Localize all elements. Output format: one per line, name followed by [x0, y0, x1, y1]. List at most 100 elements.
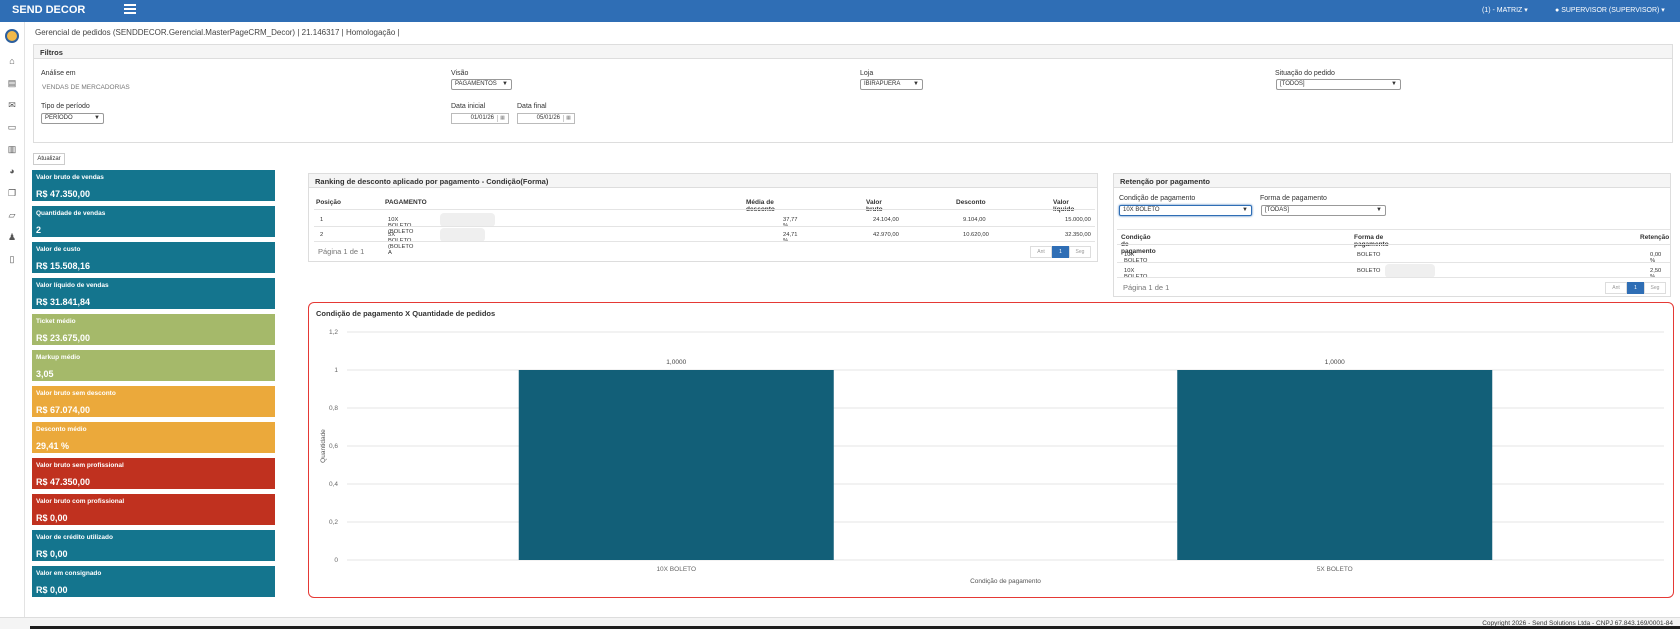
atualizar-button[interactable]: Atualizar [33, 153, 65, 165]
retencao-cond-label: Condição de pagamento [1119, 195, 1196, 202]
kpi-value: R$ 15.508,16 [36, 261, 91, 271]
mail-icon[interactable]: ✉ [7, 100, 17, 110]
pie-chart-icon[interactable]: ◕ [7, 166, 17, 176]
branch-dropdown[interactable]: (1) - MATRIZ ▾ [1482, 6, 1528, 14]
data-label: 1,0000 [1325, 359, 1345, 366]
app-logo-icon [5, 29, 19, 43]
kpi-label: Markup médio [36, 354, 81, 361]
ranking-prev-button[interactable]: Ant [1030, 246, 1052, 258]
documents-icon[interactable]: ❐ [7, 188, 17, 198]
blurred-text [440, 228, 485, 242]
user-icon: ● [1555, 7, 1560, 14]
kpi-tile: Valor bruto sem profissional R$ 47.350,00 [32, 458, 275, 491]
bar [518, 370, 834, 560]
retencao-next-button[interactable]: Seg [1644, 282, 1666, 294]
y-axis-title: Quantidade [320, 429, 327, 463]
kpi-label: Valor bruto de vendas [36, 174, 104, 181]
home-icon[interactable]: ⌂ [7, 56, 17, 66]
brand-logo[interactable]: SEND DECOR [12, 4, 85, 16]
tipo-periodo-select[interactable]: PERÍODO ▼ [41, 113, 104, 124]
y-tick-label: 0,6 [329, 443, 338, 450]
kpi-tile: Valor bruto sem desconto R$ 67.074,00 [32, 386, 275, 419]
kpi-value: 3,05 [36, 369, 54, 379]
page-title: Gerencial de pedidos (SENDDECOR.Gerencia… [35, 28, 400, 37]
loja-select[interactable]: IBIRAPUERA ▼ [860, 79, 923, 90]
retencao-cell: 10X BOLETO [1124, 268, 1147, 280]
kpi-label: Quantidade de vendas [36, 210, 106, 217]
kpi-tile: Valor em consignado R$ 0,00 [32, 566, 275, 599]
ranking-pager-text: Página 1 de 1 [318, 247, 365, 256]
divider [314, 209, 1095, 210]
kpi-tile: Ticket médio R$ 23.675,00 [32, 314, 275, 347]
visao-value: PAGAMENTOS [455, 81, 497, 87]
bar-chart-icon[interactable]: ▥ [7, 144, 17, 154]
menu-toggle-icon[interactable] [124, 4, 136, 14]
kpi-value: R$ 23.675,00 [36, 333, 91, 343]
retencao-cell: BOLETO [1357, 252, 1381, 258]
kpi-tile: Valor bruto com profissional R$ 0,00 [32, 494, 275, 527]
ranking-cell: 32.350,00 [1065, 232, 1091, 238]
ranking-page-button[interactable]: 1 [1052, 246, 1069, 258]
kpi-label: Ticket médio [36, 318, 76, 325]
kpi-tile: Valor de crédito utilizado R$ 0,00 [32, 530, 275, 563]
retencao-forma-label: Forma de pagamento [1260, 195, 1327, 202]
calendar-icon[interactable]: ▦ [563, 115, 573, 122]
kpi-label: Valor bruto sem profissional [36, 462, 124, 469]
data-final-label: Data final [517, 103, 547, 110]
file-icon[interactable]: ▯ [7, 254, 17, 264]
top-bar: SEND DECOR (1) - MATRIZ ▾ ● SUPERVISOR (… [0, 0, 1680, 22]
ranking-next-button[interactable]: Seg [1069, 246, 1091, 258]
data-inicial-label: Data inicial [451, 103, 486, 110]
loja-value: IBIRAPUERA [864, 81, 901, 87]
copyright-text: Copyright 2026 - Send Solutions Ltda - C… [1482, 620, 1673, 627]
kpi-value: R$ 0,00 [36, 585, 68, 595]
divider [314, 226, 1095, 227]
col-header: Retenção [1640, 234, 1670, 241]
data-final-input[interactable]: 05/01/26 ▦ [517, 113, 575, 124]
branch-label: (1) - MATRIZ [1482, 7, 1523, 14]
loja-label: Loja [860, 70, 874, 77]
y-tick-label: 1,2 [329, 329, 338, 336]
ranking-cell: 2 [320, 232, 324, 238]
kpi-value: 2 [36, 225, 42, 235]
chevron-down-icon: ▼ [913, 81, 919, 87]
kpi-tile: Valor líquido de vendas R$ 31.841,84 [32, 278, 275, 311]
col-header: PAGAMENTO [385, 199, 427, 206]
card-icon[interactable]: ▭ [7, 122, 17, 132]
analise-label: Análise em [41, 70, 76, 77]
kpi-label: Desconto médio [36, 426, 87, 433]
visao-select[interactable]: PAGAMENTOS ▼ [451, 79, 512, 90]
data-final-value: 05/01/26 [536, 115, 560, 121]
col-header: Valor líquido [1053, 199, 1074, 213]
chevron-down-icon: ▼ [1242, 207, 1248, 213]
kpi-label: Valor em consignado [36, 570, 102, 577]
box-icon[interactable]: ▤ [7, 78, 17, 88]
divider [1117, 244, 1670, 245]
data-inicial-input[interactable]: 01/01/26 ▦ [451, 113, 509, 124]
kpi-label: Valor de custo [36, 246, 81, 253]
side-nav: ⌂ ▤ ✉ ▭ ▥ ◕ ❐ ▱ ♟ ▯ [0, 22, 25, 629]
retencao-cell: BOLETO [1357, 268, 1381, 274]
col-header: Desconto [956, 199, 986, 206]
ranking-cell: 1 [320, 217, 324, 223]
retencao-prev-button[interactable]: Ant [1605, 282, 1627, 294]
calendar-icon[interactable]: ▦ [497, 115, 507, 122]
user-menu[interactable]: ● SUPERVISOR (SUPERVISOR) ▾ [1555, 6, 1665, 14]
x-tick-label: 10X BOLETO [656, 566, 696, 573]
chart-panel: Condição de pagamento X Quantidade de pe… [308, 302, 1674, 598]
y-tick-label: 0,8 [329, 405, 338, 412]
kpi-value: R$ 47.350,00 [36, 189, 91, 199]
retencao-cond-value: 10X BOLETO [1123, 207, 1160, 213]
situacao-select[interactable]: [TODOS] ▼ [1276, 79, 1401, 90]
laptop-icon[interactable]: ▱ [7, 210, 17, 220]
tipo-periodo-label: Tipo de período [41, 103, 90, 110]
retencao-cond-select[interactable]: 10X BOLETO ▼ [1119, 205, 1252, 216]
kpi-label: Valor de crédito utilizado [36, 534, 113, 541]
retencao-page-button[interactable]: 1 [1627, 282, 1644, 294]
user-icon[interactable]: ♟ [7, 232, 17, 242]
ranking-cell: 42.970,00 [873, 232, 899, 238]
retencao-forma-select[interactable]: [TODAS] ▼ [1261, 205, 1386, 216]
kpi-label: Valor líquido de vendas [36, 282, 109, 289]
bar [1177, 370, 1493, 560]
kpi-value: R$ 0,00 [36, 513, 68, 523]
